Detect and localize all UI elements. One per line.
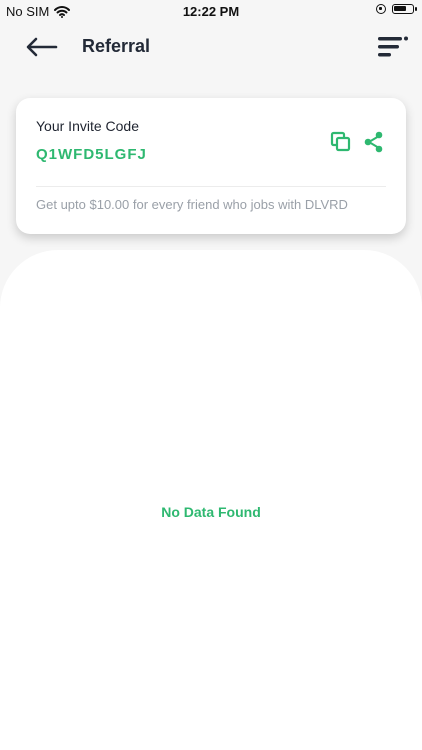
page-title: Referral [82, 36, 151, 56]
invite-code-label: Your Invite Code [36, 118, 139, 134]
rotation-lock-icon [376, 4, 386, 14]
invite-reward-info: Get upto $10.00 for every friend who job… [36, 197, 348, 212]
menu-icon [376, 34, 410, 62]
copy-button[interactable] [329, 130, 353, 154]
share-button[interactable] [362, 130, 386, 154]
copy-icon [329, 130, 353, 154]
battery-icon [392, 4, 417, 14]
status-icons [376, 4, 417, 14]
invite-card: Your Invite Code Q1WFD5LGFJ Get upto $10… [16, 98, 406, 234]
header: Referral [0, 24, 422, 72]
card-divider [36, 186, 386, 187]
back-button[interactable] [22, 32, 62, 62]
invite-code[interactable]: Q1WFD5LGFJ [36, 146, 147, 163]
menu-button[interactable] [376, 34, 410, 62]
empty-state-message: No Data Found [161, 504, 261, 520]
share-icon [362, 130, 386, 154]
battery-level [394, 6, 406, 11]
status-time: 12:22 PM [182, 4, 240, 19]
referral-list-panel [0, 250, 422, 750]
arrow-left-icon [25, 36, 59, 58]
status-bar: No SIM 12:22 PM [0, 0, 422, 24]
